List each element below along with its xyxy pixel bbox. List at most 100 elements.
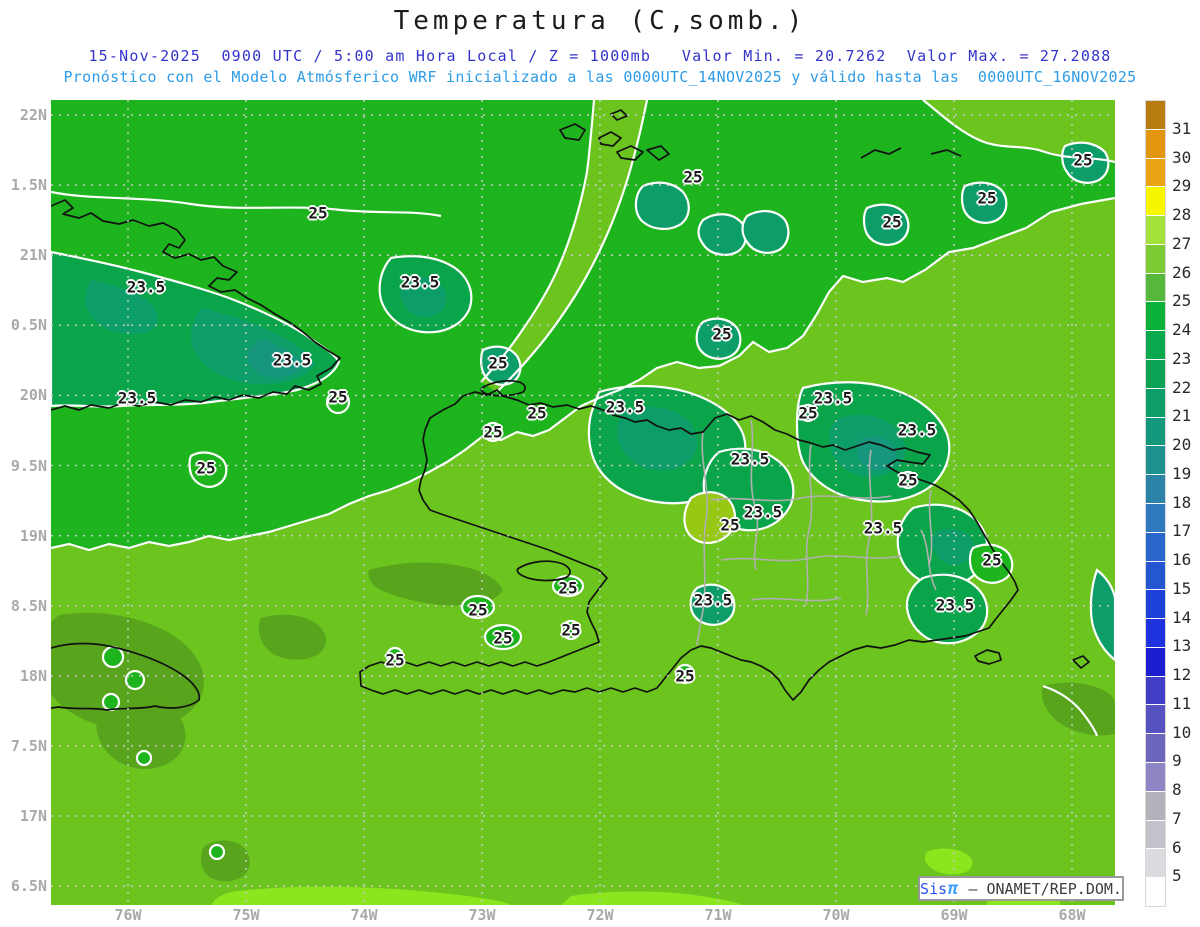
map-canvas bbox=[51, 100, 1115, 905]
colorbar-tick-label: 18 bbox=[1172, 492, 1192, 512]
colorbar-segment bbox=[1146, 187, 1165, 216]
colorbar-segment bbox=[1146, 446, 1165, 475]
colorbar-tick-label: 16 bbox=[1172, 550, 1192, 569]
pi-icon: π bbox=[948, 878, 959, 899]
colorbar-segment bbox=[1146, 503, 1165, 532]
page-title: Temperatura (C,somb.) bbox=[393, 6, 807, 36]
contour-value-label: 25 bbox=[720, 515, 740, 535]
colorbar-tick-label: 15 bbox=[1172, 578, 1192, 598]
colorbar-tick-label: 20 bbox=[1172, 435, 1192, 454]
contour-value-label: 23.5 bbox=[935, 595, 975, 615]
lon-tick-label: 68W bbox=[1058, 906, 1086, 924]
colorbar-tick-label: 14 bbox=[1172, 607, 1192, 627]
contour-value-label: 25 bbox=[798, 403, 818, 423]
colorbar-tick-label: 21 bbox=[1172, 406, 1192, 426]
colorbar-tick-label: 31 bbox=[1172, 118, 1192, 138]
contour-value-label: 25 bbox=[493, 628, 513, 648]
contour-value-label: 25 bbox=[712, 324, 732, 344]
colorbar-segment bbox=[1146, 734, 1165, 762]
watermark-box: Sis π – ONAMET/REP.DOM. bbox=[918, 876, 1124, 901]
colorbar-tick-label: 10 bbox=[1172, 722, 1192, 742]
colorbar-tick-label: 24 bbox=[1172, 320, 1192, 339]
contour-value-label: 23.5 bbox=[126, 277, 166, 297]
colorbar-segment bbox=[1146, 849, 1165, 878]
watermark-agency: – ONAMET/REP.DOM. bbox=[959, 879, 1122, 898]
contour-value-label: 25 bbox=[1073, 150, 1093, 170]
colorbar-segment bbox=[1146, 791, 1165, 820]
forecast-valid-line: 15-Nov-2025 0900 UTC / 5:00 am Hora Loca… bbox=[88, 47, 1112, 65]
model-init-line: Pronóstico con el Modelo Atmósferico WRF… bbox=[63, 68, 1137, 86]
colorbar-segment bbox=[1146, 676, 1165, 705]
lon-tick-label: 73W bbox=[468, 906, 496, 924]
temperature-colorbar bbox=[1145, 100, 1166, 907]
contour-value-label: 23.5 bbox=[730, 449, 770, 469]
lon-tick-label: 71W bbox=[704, 906, 732, 924]
contour-value-label: 23.5 bbox=[693, 590, 733, 610]
contour-value-label: 23.5 bbox=[117, 388, 157, 408]
contour-value-label: 25 bbox=[977, 188, 997, 208]
contour-value-label: 23.5 bbox=[897, 420, 937, 440]
contour-value-label: 25 bbox=[683, 167, 703, 187]
contour-value-label: 23.5 bbox=[272, 350, 312, 370]
lon-tick-label: 74W bbox=[350, 906, 378, 924]
contour-value-label: 25 bbox=[882, 212, 902, 232]
contour-value-label: 25 bbox=[483, 422, 503, 442]
contour-value-label: 25 bbox=[328, 387, 348, 407]
colorbar-tick-label: 19 bbox=[1172, 463, 1192, 483]
colorbar-segment bbox=[1146, 417, 1165, 446]
contour-value-label: 25 bbox=[196, 458, 216, 478]
lat-tick-label: 9.5N bbox=[10, 456, 47, 475]
contour-value-label: 23.5 bbox=[743, 502, 783, 522]
lon-tick-label: 76W bbox=[114, 906, 142, 924]
colorbar-segment bbox=[1146, 388, 1165, 417]
lat-tick-label: 22N bbox=[19, 106, 47, 124]
colorbar-segment bbox=[1146, 216, 1165, 244]
colorbar-segment bbox=[1146, 475, 1165, 503]
colorbar-tick-label: 5 bbox=[1172, 866, 1182, 886]
colorbar-tick-label: 8 bbox=[1172, 780, 1182, 799]
colorbar-segment bbox=[1146, 820, 1165, 849]
lat-tick-label: 1.5N bbox=[10, 176, 47, 195]
contour-value-label: 25 bbox=[308, 203, 328, 223]
colorbar-segment bbox=[1146, 590, 1165, 619]
lat-tick-label: 21N bbox=[19, 246, 47, 265]
lat-tick-label: 8.5N bbox=[10, 596, 47, 615]
colorbar-tick-label: 27 bbox=[1172, 233, 1192, 253]
lat-tick-label: 19N bbox=[19, 526, 47, 545]
contour-value-label: 23.5 bbox=[813, 388, 853, 408]
colorbar-segment bbox=[1146, 619, 1165, 647]
colorbar-tick-label: 17 bbox=[1172, 521, 1192, 541]
contour-value-label: 25 bbox=[468, 600, 488, 620]
colorbar-segment bbox=[1146, 878, 1165, 906]
colorbar-tick-label: 22 bbox=[1172, 377, 1192, 397]
contour-value-label: 25 bbox=[385, 650, 405, 670]
lon-tick-label: 75W bbox=[232, 906, 260, 924]
colorbar-tick-label: 28 bbox=[1172, 205, 1192, 224]
colorbar-tick-label: 13 bbox=[1172, 636, 1192, 656]
weather-map-page: Temperatura (C,somb.) 15-Nov-2025 0900 U… bbox=[0, 0, 1200, 927]
colorbar-tick-label: 30 bbox=[1172, 147, 1192, 167]
lon-tick-label: 72W bbox=[586, 906, 614, 924]
colorbar-segment bbox=[1146, 158, 1165, 187]
colorbar-tick-label: 9 bbox=[1172, 751, 1182, 771]
contour-value-label: 25 bbox=[675, 666, 695, 686]
colorbar-segment bbox=[1146, 273, 1165, 302]
watermark-system-name: Sis bbox=[920, 879, 948, 898]
contour-value-label: 25 bbox=[982, 550, 1002, 570]
lat-tick-label: 6.5N bbox=[10, 877, 47, 896]
colorbar-segment bbox=[1146, 244, 1165, 273]
contour-value-label: 25 bbox=[558, 578, 578, 598]
lon-tick-label: 69W bbox=[940, 906, 968, 924]
colorbar-tick-label: 6 bbox=[1172, 837, 1182, 857]
colorbar-segment bbox=[1146, 647, 1165, 676]
colorbar-segment bbox=[1146, 532, 1165, 561]
contour-value-label: 23.5 bbox=[863, 518, 903, 538]
contour-value-label: 25 bbox=[488, 353, 508, 373]
colorbar-segment bbox=[1146, 331, 1165, 360]
contour-value-label: 23.5 bbox=[605, 397, 645, 417]
colorbar-segment bbox=[1146, 129, 1165, 158]
contour-value-label: 25 bbox=[527, 403, 547, 423]
colorbar-tick-label: 11 bbox=[1172, 693, 1192, 713]
colorbar-tick-label: 26 bbox=[1172, 262, 1192, 282]
colorbar-tick-label: 29 bbox=[1172, 176, 1192, 196]
